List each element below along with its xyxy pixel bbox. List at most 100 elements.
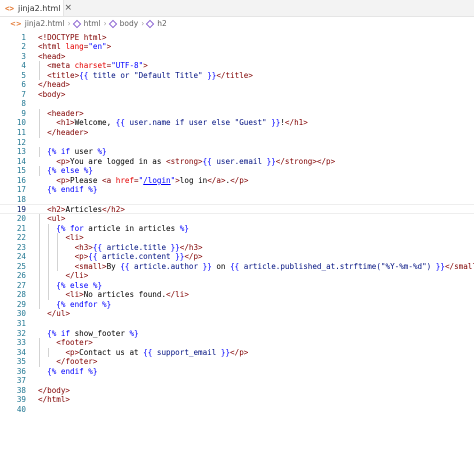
close-icon[interactable]: × xyxy=(65,3,73,13)
code-line[interactable]: 3 <head> xyxy=(0,52,474,62)
code-line[interactable]: 26 </li> xyxy=(0,271,474,281)
code-text: <h1>Welcome, {{ user.name if user else "… xyxy=(38,118,307,128)
code-token: if xyxy=(60,328,71,338)
code-token: {% xyxy=(47,147,61,157)
symbol-element-icon xyxy=(145,19,155,28)
code-line[interactable]: 10 <h1>Welcome, {{ user.name if user els… xyxy=(0,118,474,128)
code-text: </footer> xyxy=(38,357,97,367)
code-line[interactable]: 29 {% endfor %} xyxy=(0,300,474,310)
code-text: </body> xyxy=(38,386,70,396)
code-token: on xyxy=(211,261,231,271)
code-line[interactable]: 31 xyxy=(0,319,474,329)
breadcrumb: <> jinja2.html › html › body › h2 xyxy=(0,17,474,30)
code-line[interactable]: 22 <li> xyxy=(0,233,474,243)
code-text: <head> xyxy=(38,52,65,62)
code-text: <footer> xyxy=(38,338,93,348)
code-token: charset xyxy=(74,61,107,71)
code-line[interactable]: 19 <h2>Articles</h2> xyxy=(0,204,474,214)
code-line[interactable]: 11 </header> xyxy=(0,128,474,138)
line-number: 20 xyxy=(16,213,26,223)
code-line[interactable]: 39 </html> xyxy=(0,395,474,405)
code-text: {% for article in articles %} xyxy=(38,224,189,234)
code-token: else xyxy=(70,280,89,290)
chevron-right-icon: › xyxy=(141,19,145,28)
code-text: {% endif %} xyxy=(38,185,97,195)
code-token: <p> xyxy=(56,175,71,185)
html-file-icon: <> xyxy=(10,19,22,28)
code-text: <li>No articles found.</li> xyxy=(38,290,188,300)
line-number: 6 xyxy=(21,80,26,90)
code-token: href xyxy=(115,175,135,185)
code-line[interactable]: 23 <h3>{{ article.title }}</h3> xyxy=(0,243,474,253)
code-line[interactable]: 27 {% else %} xyxy=(0,281,474,291)
code-token: <body> xyxy=(38,89,66,99)
code-line[interactable]: 25 <small>By {{ article.author }} on {{ … xyxy=(0,262,474,272)
code-line[interactable]: 33 <footer> xyxy=(0,338,474,348)
code-line[interactable]: 5 <title>{{ title or "Default Title" }}<… xyxy=(0,71,474,81)
line-number: 32 xyxy=(16,328,26,338)
code-text: <p>{{ article.content }}</p> xyxy=(38,252,203,262)
code-token: {{ xyxy=(143,347,157,357)
code-token: {% xyxy=(47,366,61,376)
code-line[interactable]: 13 {% if user %} xyxy=(0,147,474,157)
code-token: lang xyxy=(65,42,84,52)
code-line[interactable]: 18 xyxy=(0,195,474,205)
code-text: {% endif %} xyxy=(38,367,97,377)
code-token: log in xyxy=(179,175,208,185)
code-line[interactable]: 15 {% else %} xyxy=(0,166,474,176)
line-number: 37 xyxy=(16,376,26,386)
tab-jinja2-html[interactable]: <> jinja2.html × xyxy=(0,0,72,16)
code-token: Please xyxy=(70,175,103,185)
code-token: {% xyxy=(47,166,61,176)
code-line[interactable]: 7 <body> xyxy=(0,90,474,100)
code-token: {{ xyxy=(202,156,217,166)
line-number: 31 xyxy=(16,319,26,328)
code-token: > xyxy=(143,61,148,71)
line-number: 25 xyxy=(16,261,26,271)
breadcrumb-html[interactable]: html xyxy=(72,19,101,28)
code-line[interactable]: 36 {% endif %} xyxy=(0,367,474,377)
line-number: 36 xyxy=(16,366,26,376)
code-line[interactable]: 17 {% endif %} xyxy=(0,185,474,195)
code-token: %} xyxy=(88,280,103,290)
code-line[interactable]: 40 xyxy=(0,405,474,415)
code-token: {% xyxy=(47,328,61,338)
breadcrumb-body[interactable]: body xyxy=(108,19,138,28)
indent-guide xyxy=(39,147,40,157)
code-line[interactable]: 16 <p>Please <a href="/login">log in</a>… xyxy=(0,176,474,186)
code-line[interactable]: 9 <header> xyxy=(0,109,474,119)
code-editor[interactable]: 1 <!DOCTYPE html> 2 <html lang="en"> 3 <head>… xyxy=(0,31,474,458)
code-line[interactable]: 37 xyxy=(0,376,474,386)
code-token: </p> xyxy=(230,175,249,185)
code-line[interactable]: 30 </ul> xyxy=(0,309,474,319)
code-line[interactable]: 2 <html lang="en"> xyxy=(0,42,474,52)
code-text: <body> xyxy=(38,90,65,100)
code-line[interactable]: 6 </head> xyxy=(0,80,474,90)
code-line[interactable]: 8 xyxy=(0,99,474,109)
code-token: </ul> xyxy=(47,309,71,319)
line-number: 17 xyxy=(16,185,26,195)
code-line[interactable]: 1 <!DOCTYPE html> xyxy=(0,33,474,43)
code-line[interactable]: 21 {% for article in articles %} xyxy=(0,224,474,234)
code-line[interactable]: 20 <ul> xyxy=(0,214,474,224)
code-token: article.content xyxy=(102,252,171,262)
code-line[interactable]: 34 <p>Contact us at {{ support_email }}<… xyxy=(0,348,474,358)
code-line[interactable]: 4 <meta charset="UTF-8"> xyxy=(0,61,474,71)
breadcrumb-h2[interactable]: h2 xyxy=(145,19,167,28)
code-line[interactable]: 38 </body> xyxy=(0,386,474,396)
code-line[interactable]: 12 xyxy=(0,138,474,148)
code-line[interactable]: 24 <p>{{ article.content }}</p> xyxy=(0,252,474,262)
code-line[interactable]: 14 <p>You are logged in as <strong>{{ us… xyxy=(0,157,474,167)
code-token: <strong> xyxy=(166,156,203,166)
code-line[interactable]: 32 {% if show_footer %} xyxy=(0,329,474,339)
breadcrumb-file[interactable]: <> jinja2.html xyxy=(10,19,65,28)
code-text: <title>{{ title or "Default Title" }}</t… xyxy=(38,71,253,81)
code-token: {{ xyxy=(115,118,130,128)
code-line[interactable]: 35 </footer> xyxy=(0,357,474,367)
chevron-right-icon: › xyxy=(103,19,107,28)
line-number: 30 xyxy=(16,309,26,319)
code-line[interactable]: 28 <li>No articles found.</li> xyxy=(0,290,474,300)
